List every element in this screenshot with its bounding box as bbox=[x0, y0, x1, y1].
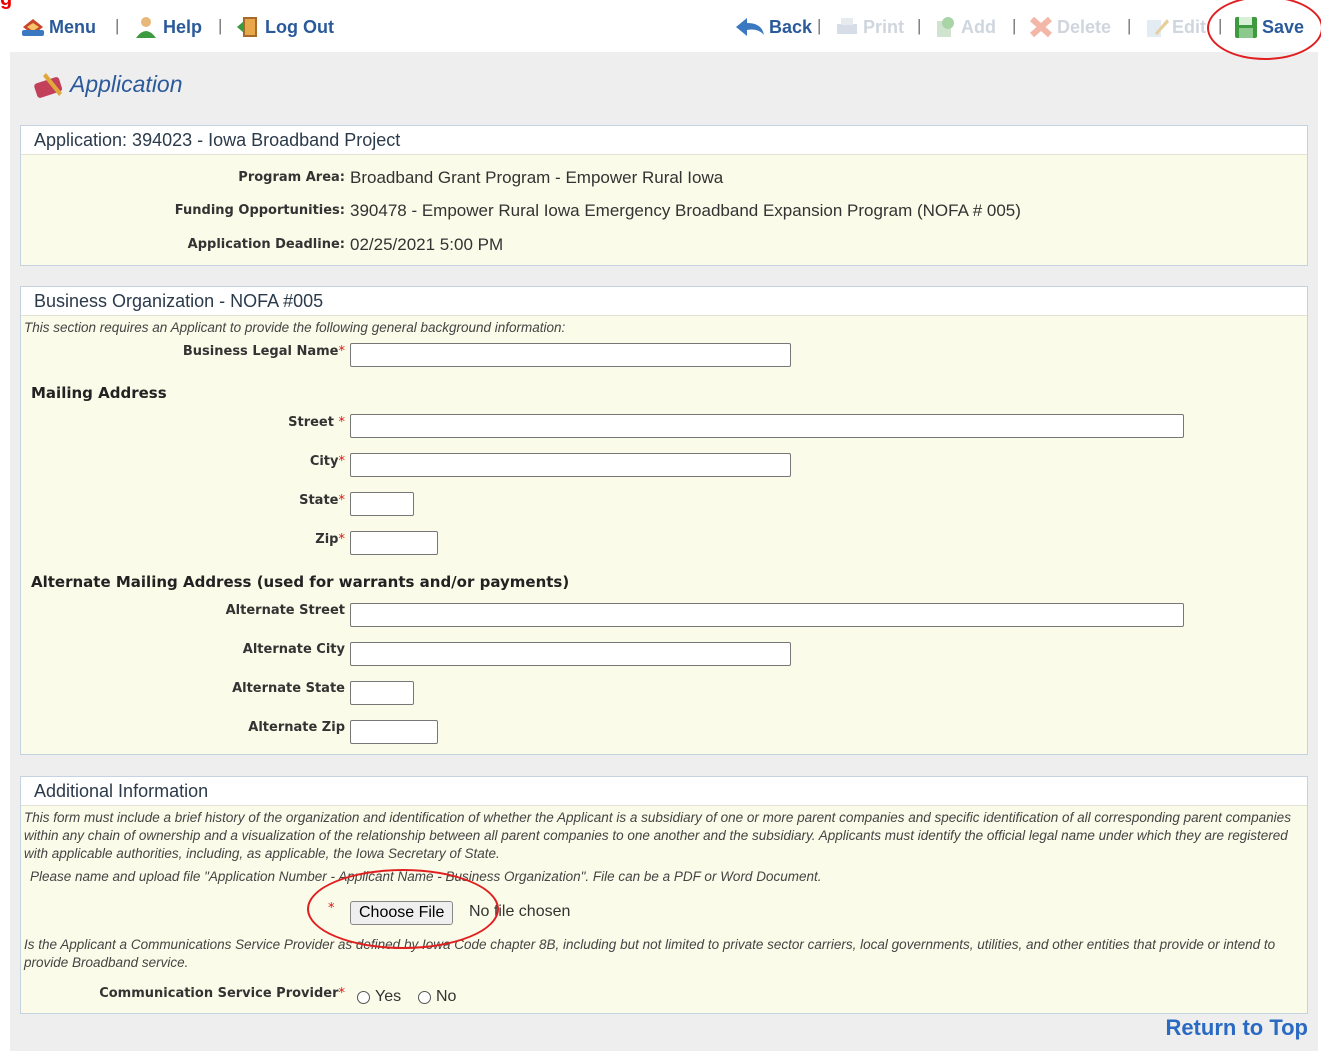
toolbar-separator: | bbox=[917, 16, 922, 35]
zip-label: Zip* bbox=[315, 532, 345, 547]
menu-icon bbox=[20, 15, 46, 39]
business-legal-name-input[interactable] bbox=[350, 343, 791, 367]
city-input[interactable] bbox=[350, 453, 791, 477]
business-legal-name-label: Business Legal Name* bbox=[182, 344, 345, 359]
program-area-value: Broadband Grant Program - Empower Rural … bbox=[350, 168, 724, 187]
csp-yes-radio[interactable] bbox=[357, 991, 370, 1004]
csp-label: Communication Service Provider* bbox=[99, 986, 345, 1001]
state-input[interactable] bbox=[350, 492, 414, 516]
edit-label: Edit bbox=[1172, 16, 1206, 37]
application-panel-header: Application: 394023 - Iowa Broadband Pro… bbox=[21, 126, 1307, 155]
funding-opportunities-value: 390478 - Empower Rural Iowa Emergency Br… bbox=[350, 201, 1021, 220]
toolbar-separator: | bbox=[1218, 16, 1223, 35]
program-area-label: Program Area: bbox=[238, 170, 345, 185]
street-input[interactable] bbox=[350, 414, 1184, 438]
upload-instruction: Please name and upload file "Application… bbox=[30, 869, 822, 884]
zip-input[interactable] bbox=[350, 531, 438, 555]
organization-history-description: This form must include a brief history o… bbox=[24, 810, 1291, 861]
add-button[interactable]: Add bbox=[932, 14, 996, 40]
logout-label: Log Out bbox=[265, 16, 334, 37]
menu-label: Menu bbox=[49, 16, 96, 37]
add-label: Add bbox=[961, 16, 996, 37]
print-button[interactable]: Print bbox=[834, 14, 904, 40]
city-label: City* bbox=[309, 454, 345, 469]
alternate-city-input[interactable] bbox=[350, 642, 791, 666]
top-toolbar: Menu | Help | Log Out Back | Print | Add… bbox=[0, 0, 1321, 52]
page-title-text: Application bbox=[70, 70, 183, 97]
return-to-top-link[interactable]: Return to Top bbox=[1165, 1015, 1308, 1041]
toolbar-separator: | bbox=[1012, 16, 1017, 35]
print-label: Print bbox=[863, 16, 905, 37]
state-label: State* bbox=[299, 493, 345, 508]
additional-information-panel: Additional Information This form must in… bbox=[20, 776, 1308, 1014]
back-label: Back bbox=[769, 16, 813, 37]
alternate-street-label: Alternate Street bbox=[225, 603, 345, 618]
back-arrow-icon bbox=[734, 15, 766, 39]
user-help-icon bbox=[134, 15, 160, 39]
alternate-zip-label: Alternate Zip bbox=[248, 720, 345, 735]
alternate-state-input[interactable] bbox=[350, 681, 414, 705]
menu-link[interactable]: Menu bbox=[20, 14, 96, 40]
logout-door-icon bbox=[236, 15, 262, 39]
application-panel: Application: 394023 - Iowa Broadband Pro… bbox=[20, 125, 1308, 266]
application-tools-icon bbox=[32, 69, 66, 99]
funding-opportunities-label: Funding Opportunities: bbox=[174, 203, 345, 218]
save-button[interactable]: Save bbox=[1233, 14, 1304, 40]
delete-x-icon bbox=[1028, 15, 1054, 39]
edit-pencil-icon bbox=[1143, 15, 1169, 39]
toolbar-separator: | bbox=[115, 16, 120, 35]
toolbar-separator: | bbox=[218, 16, 223, 35]
toolbar-separator: | bbox=[1127, 16, 1132, 35]
back-button[interactable]: Back bbox=[734, 14, 812, 40]
alternate-city-label: Alternate City bbox=[242, 642, 345, 657]
street-label: Street * bbox=[288, 415, 345, 430]
save-disk-icon bbox=[1233, 15, 1259, 39]
main-content: Application Application: 394023 - Iowa B… bbox=[10, 52, 1318, 1051]
mailing-address-heading: Mailing Address bbox=[31, 384, 167, 402]
alternate-state-label: Alternate State bbox=[232, 681, 345, 696]
business-organization-panel: Business Organization - NOFA #005 This s… bbox=[20, 286, 1308, 755]
edit-button[interactable]: Edit bbox=[1143, 14, 1206, 40]
delete-label: Delete bbox=[1057, 16, 1112, 37]
alternate-street-input[interactable] bbox=[350, 603, 1184, 627]
business-panel-header: Business Organization - NOFA #005 bbox=[21, 287, 1307, 316]
help-link[interactable]: Help bbox=[134, 14, 202, 40]
choose-file-button[interactable]: Choose File bbox=[350, 901, 454, 925]
csp-no-label[interactable]: No bbox=[436, 988, 456, 1006]
csp-no-radio[interactable] bbox=[418, 991, 431, 1004]
alternate-mailing-heading: Alternate Mailing Address (used for warr… bbox=[31, 573, 570, 591]
csp-question: Is the Applicant a Communications Servic… bbox=[24, 937, 1276, 970]
logout-link[interactable]: Log Out bbox=[236, 14, 334, 40]
page-title: Application bbox=[32, 69, 183, 99]
application-deadline-value: 02/25/2021 5:00 PM bbox=[350, 235, 504, 254]
business-intro-text: This section requires an Applicant to pr… bbox=[24, 320, 566, 335]
printer-icon bbox=[834, 15, 860, 39]
help-label: Help bbox=[163, 16, 203, 37]
toolbar-separator: | bbox=[817, 16, 822, 35]
save-label: Save bbox=[1262, 16, 1305, 37]
delete-button[interactable]: Delete bbox=[1028, 14, 1111, 40]
upload-required-mark: * bbox=[328, 901, 335, 916]
csp-yes-label[interactable]: Yes bbox=[375, 988, 401, 1006]
additional-panel-header: Additional Information bbox=[21, 777, 1307, 806]
add-icon bbox=[932, 15, 958, 39]
application-deadline-label: Application Deadline: bbox=[187, 237, 345, 252]
no-file-chosen-text: No file chosen bbox=[469, 903, 571, 920]
alternate-zip-input[interactable] bbox=[350, 720, 438, 744]
